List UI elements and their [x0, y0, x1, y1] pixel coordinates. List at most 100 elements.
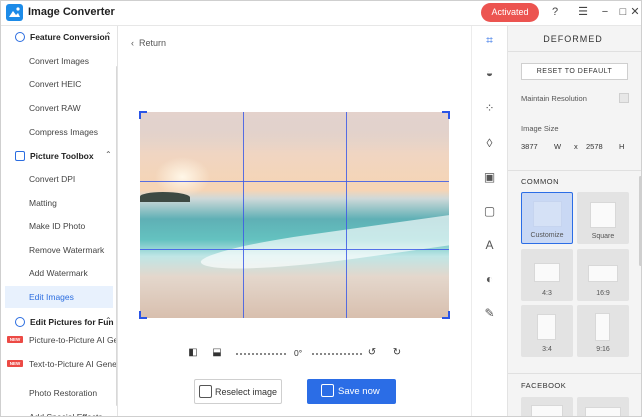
- crop-canvas[interactable]: [139, 111, 450, 319]
- preset-shape: [537, 314, 556, 340]
- sidebar-item-picture-to-picture[interactable]: NEW Picture-to-Picture AI Generator: [5, 334, 117, 358]
- app-window: Image Converter Activated ? ☰ − □ ✕ Feat…: [0, 0, 642, 417]
- sidebar-item-label: Text-to-Picture AI Generator: [29, 359, 117, 369]
- maintain-resolution-checkbox[interactable]: [619, 93, 629, 103]
- drop-tool-icon[interactable]: ◊: [482, 136, 497, 151]
- photo-wave-foam: [199, 214, 449, 280]
- sidebar-item-label: Picture-to-Picture AI Generator: [29, 335, 118, 345]
- adjust-tool-icon[interactable]: ◒: [482, 66, 497, 81]
- menu-icon[interactable]: ☰: [575, 4, 591, 20]
- sticker-tool-icon[interactable]: ▢: [482, 204, 497, 219]
- preset-4-3[interactable]: 4:3: [521, 249, 573, 301]
- image-size-label: Image Size: [521, 124, 559, 133]
- deform-panel: DEFORMED RESET TO DEFAULT Maintain Resol…: [507, 26, 641, 416]
- crop-grid-line: [140, 249, 449, 250]
- sidebar-scrollbar[interactable]: [116, 66, 117, 406]
- preset-label: 16:9: [596, 290, 610, 297]
- rotate-right-icon[interactable]: ↻: [392, 348, 402, 358]
- sidebar-item-convert-images[interactable]: Convert Images: [5, 50, 113, 72]
- chevron-up-icon: ⌃: [105, 150, 112, 159]
- times-sign: x: [574, 142, 578, 151]
- preset-9-16[interactable]: 9:16: [577, 305, 629, 357]
- preset-facebook-2[interactable]: [577, 397, 629, 416]
- sidebar: Feature Conversion ⌃ Convert Images Conv…: [1, 26, 118, 416]
- section-picture-toolbox[interactable]: Picture Toolbox ⌃: [1, 148, 117, 168]
- divider: [508, 170, 641, 171]
- sidebar-item-convert-raw[interactable]: Convert RAW: [5, 97, 113, 119]
- sidebar-item-edit-images[interactable]: Edit Images: [5, 286, 113, 308]
- crop-tool-icon[interactable]: ⌗: [482, 33, 497, 48]
- rotation-slider-left[interactable]: [236, 353, 286, 355]
- section-feature-conversion[interactable]: Feature Conversion ⌃: [1, 29, 117, 49]
- crop-handle-bottom-left[interactable]: [139, 311, 147, 319]
- preset-facebook-1[interactable]: [521, 397, 573, 416]
- sidebar-item-make-id-photo[interactable]: Make ID Photo: [5, 215, 113, 237]
- preset-shape: [531, 405, 563, 416]
- sidebar-item-photo-restoration[interactable]: Photo Restoration: [5, 382, 113, 404]
- preset-customize[interactable]: Customize: [521, 192, 573, 244]
- section-edit-pictures-for-fun[interactable]: Edit Pictures for Fun ⌃: [1, 314, 117, 334]
- save-now-button[interactable]: Save now: [307, 379, 396, 404]
- reselect-label: Reselect image: [215, 387, 278, 397]
- sidebar-item-matting[interactable]: Matting: [5, 192, 113, 214]
- save-label: Save now: [338, 386, 380, 397]
- minimize-icon[interactable]: −: [597, 4, 613, 20]
- preset-shape: [585, 407, 621, 416]
- filter-tool-icon[interactable]: ⁘: [482, 101, 497, 116]
- rotate-left-icon[interactable]: ↺: [367, 348, 377, 358]
- crop-handle-top-left[interactable]: [139, 111, 147, 119]
- new-badge: NEW: [7, 336, 23, 343]
- crop-grid-line: [243, 112, 244, 318]
- common-label: COMMON: [521, 177, 559, 186]
- text-tool-icon[interactable]: A: [482, 238, 497, 253]
- flip-vertical-icon[interactable]: ⬓: [212, 348, 222, 358]
- title-bar: Image Converter Activated ? ☰ − □ ✕: [1, 1, 641, 26]
- chevron-up-icon: ⌃: [105, 31, 112, 40]
- preset-shape: [590, 202, 616, 228]
- activated-badge[interactable]: Activated: [481, 3, 539, 22]
- preset-label: Customize: [530, 232, 564, 239]
- width-input[interactable]: 3877: [521, 142, 538, 151]
- section-label: Picture Toolbox: [30, 151, 94, 161]
- transform-toolbar: ◧ ⬓ 0° ↺ ↻: [119, 344, 470, 364]
- image-icon: [199, 385, 212, 398]
- preset-label: Square: [591, 233, 615, 240]
- section-label: Feature Conversion: [30, 32, 110, 42]
- frame-tool-icon[interactable]: ▣: [482, 170, 497, 185]
- sidebar-item-convert-dpi[interactable]: Convert DPI: [5, 168, 113, 190]
- mosaic-tool-icon[interactable]: ◐: [482, 272, 497, 287]
- fun-icon: [15, 317, 25, 327]
- crop-handle-bottom-right[interactable]: [442, 311, 450, 319]
- crop-grid-line: [346, 112, 347, 318]
- width-unit: W: [554, 142, 562, 151]
- sidebar-item-add-watermark[interactable]: Add Watermark: [5, 262, 113, 284]
- close-icon[interactable]: ✕: [627, 4, 641, 20]
- reset-to-default-button[interactable]: RESET TO DEFAULT: [521, 63, 628, 80]
- preset-label: 4:3: [542, 290, 552, 297]
- maintain-resolution-label: Maintain Resolution: [521, 94, 587, 103]
- preset-16-9[interactable]: 16:9: [577, 249, 629, 301]
- flip-horizontal-icon[interactable]: ◧: [188, 348, 198, 358]
- return-link[interactable]: ‹ Return: [131, 38, 166, 48]
- beach-photo: [140, 112, 449, 318]
- height-unit: H: [619, 142, 625, 151]
- photo-island: [140, 192, 190, 202]
- rotation-slider-right[interactable]: [312, 353, 362, 355]
- preset-3-4[interactable]: 3:4: [521, 305, 573, 357]
- sidebar-item-convert-heic[interactable]: Convert HEIC: [5, 73, 113, 95]
- crop-handle-top-right[interactable]: [442, 111, 450, 119]
- height-input[interactable]: 2578: [586, 142, 603, 151]
- app-logo-icon: [6, 4, 23, 21]
- sidebar-item-remove-watermark[interactable]: Remove Watermark: [5, 239, 113, 261]
- preset-square[interactable]: Square: [577, 192, 629, 244]
- reselect-image-button[interactable]: Reselect image: [194, 379, 282, 404]
- sidebar-item-text-to-picture[interactable]: NEW Text-to-Picture AI Generator: [5, 358, 117, 382]
- brush-tool-icon[interactable]: ✎: [482, 306, 497, 321]
- return-label: Return: [139, 38, 167, 48]
- crop-grid-line: [140, 181, 449, 182]
- tool-strip: ⌗ ◒ ⁘ ◊ ▣ ▢ A ◐ ✎: [471, 26, 506, 416]
- preset-shape: [534, 263, 560, 282]
- help-icon[interactable]: ?: [547, 4, 563, 20]
- sidebar-item-compress-images[interactable]: Compress Images: [5, 121, 113, 143]
- sidebar-item-add-special-effects[interactable]: Add Special Effects: [5, 406, 113, 416]
